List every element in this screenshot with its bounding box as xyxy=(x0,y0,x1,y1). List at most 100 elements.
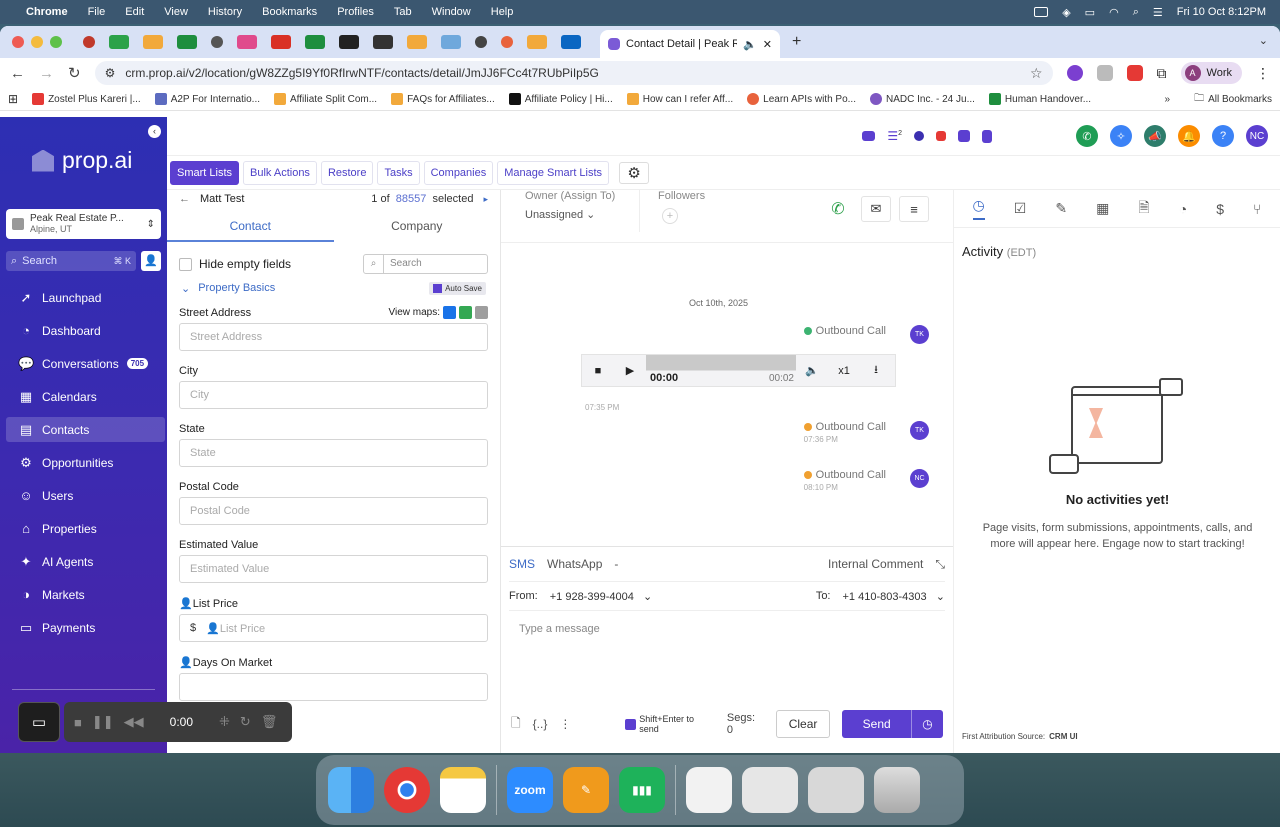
document-icon[interactable] xyxy=(686,767,732,813)
documents-icon[interactable]: 🗎 xyxy=(1138,197,1149,221)
profile-button[interactable]: A Work xyxy=(1180,62,1242,84)
send-button[interactable]: Send ◷ xyxy=(842,710,943,738)
tab-favicon-15[interactable] xyxy=(527,35,547,49)
next-contact-icon[interactable]: ▸ xyxy=(483,194,488,205)
phone-call-button[interactable]: ✆ xyxy=(1076,125,1098,147)
vpn-icon[interactable]: ◈ xyxy=(1062,6,1070,19)
screen-mirror-icon[interactable] xyxy=(1034,7,1049,17)
email-icon[interactable]: ✉ xyxy=(861,196,891,222)
user-avatar[interactable]: NC xyxy=(1246,125,1268,147)
tab-favicon-2[interactable] xyxy=(109,35,129,49)
estimated-value-input[interactable]: Estimated Value xyxy=(179,555,488,583)
back-arrow-icon[interactable]: ← xyxy=(179,193,190,205)
tab-bulk-actions[interactable]: Bulk Actions xyxy=(243,160,317,185)
magic-button[interactable]: ✧ xyxy=(1110,125,1132,147)
owner-select[interactable]: Owner (Assign To) Unassigned ⌄ xyxy=(525,190,640,232)
announcement-button[interactable]: 📣 xyxy=(1144,125,1166,147)
bookmark-item[interactable]: NADC Inc. - 24 Ju... xyxy=(869,93,975,105)
from-number-select[interactable]: +1 928-399-4004 ⌄ xyxy=(550,590,653,603)
volume-icon[interactable]: 🔈 xyxy=(796,364,828,377)
trash-icon[interactable]: 🗑 xyxy=(261,714,278,730)
sidebar-item-properties[interactable]: ⌂ Properties xyxy=(6,516,165,541)
new-tab-button[interactable]: + xyxy=(792,33,801,51)
more-options-icon[interactable]: ⋮ xyxy=(559,717,571,731)
autosave-toggle[interactable]: Auto Save xyxy=(429,281,486,295)
call-log-item[interactable]: Outbound Call 07:36 PM TK xyxy=(803,421,929,444)
bookmark-star-icon[interactable]: ☆ xyxy=(1030,65,1043,82)
tab-favicon-linkedin[interactable] xyxy=(561,35,581,49)
location-switcher[interactable]: Peak Real Estate P... Alpine, UT ⇕ xyxy=(6,209,161,239)
collapse-composer-icon[interactable]: ⤡ xyxy=(935,557,945,572)
close-window-button[interactable] xyxy=(12,36,24,48)
list-price-input[interactable]: $ 👤List Price xyxy=(179,614,488,642)
notes-icon[interactable] xyxy=(440,767,486,813)
rewind-icon[interactable]: ◀◀ xyxy=(124,714,144,730)
tab-sms[interactable]: SMS xyxy=(509,557,535,571)
menubar-datetime[interactable]: Fri 10 Oct 8:12PM xyxy=(1177,6,1266,18)
tasks-check-icon[interactable]: ☑ xyxy=(1014,200,1027,217)
playback-speed[interactable]: x1 xyxy=(828,365,860,377)
hide-empty-checkbox[interactable] xyxy=(179,257,192,271)
shift-enter-toggle[interactable]: Shift+Enter to send xyxy=(625,714,715,734)
sidebar-search[interactable]: ⌕ Search ⌘ K xyxy=(6,251,136,271)
street-address-input[interactable]: Street Address xyxy=(179,323,488,351)
attach-file-icon[interactable]: 🗋 xyxy=(511,714,521,735)
tab-company[interactable]: Company xyxy=(334,212,501,242)
edit-icon[interactable] xyxy=(958,130,970,142)
bookmark-item[interactable]: FAQs for Affiliates... xyxy=(391,93,495,105)
more-bookmarks-chevron-icon[interactable]: » xyxy=(1165,94,1171,105)
apps-grid-icon[interactable]: ⊞ xyxy=(8,92,18,106)
forward-icon[interactable]: → xyxy=(39,65,54,82)
notifications-bell-button[interactable]: 🔔 xyxy=(1178,125,1200,147)
help-small-icon[interactable] xyxy=(914,131,924,141)
chrome-window-thumbnail-icon[interactable] xyxy=(808,767,864,813)
zoom-icon[interactable]: zoom xyxy=(507,767,553,813)
chrome-icon[interactable] xyxy=(384,767,430,813)
filter-icon[interactable]: ≡ xyxy=(899,196,929,222)
finder-icon[interactable] xyxy=(328,767,374,813)
bookmark-item[interactable]: How can I refer Aff... xyxy=(626,93,733,105)
tab-favicon-12[interactable] xyxy=(441,35,461,49)
message-textarea[interactable]: Type a message xyxy=(501,611,953,707)
tab-more[interactable]: - xyxy=(614,557,618,571)
postal-code-input[interactable]: Postal Code xyxy=(179,497,488,525)
tab-favicon-4[interactable] xyxy=(177,35,197,49)
tab-smart-lists[interactable]: Smart Lists xyxy=(170,160,240,185)
extension-icon-3[interactable] xyxy=(1126,65,1143,81)
tab-favicon-6[interactable] xyxy=(237,35,257,49)
restart-icon[interactable]: ↻ xyxy=(240,714,251,730)
bookmark-item[interactable]: Zostel Plus Kareri |... xyxy=(32,93,141,105)
back-icon[interactable]: ← xyxy=(10,65,25,82)
menu-profiles[interactable]: Profiles xyxy=(337,6,374,18)
numbers-icon[interactable]: ▮▮▮ xyxy=(619,767,665,813)
tab-favicon-5[interactable] xyxy=(211,36,223,48)
menu-tab[interactable]: Tab xyxy=(394,6,412,18)
window-thumbnail-icon[interactable] xyxy=(742,767,798,813)
minimize-window-button[interactable] xyxy=(31,36,43,48)
browser-menu-icon[interactable]: ⋮ xyxy=(1256,65,1270,82)
tab-restore[interactable]: Restore xyxy=(320,160,374,185)
tab-tasks[interactable]: Tasks xyxy=(377,160,420,185)
tab-favicon-1[interactable] xyxy=(83,36,95,48)
pause-recording-icon[interactable]: ❚❚ xyxy=(92,714,114,730)
pages-icon[interactable]: ✎ xyxy=(563,767,609,813)
state-input[interactable]: State xyxy=(179,439,488,467)
site-settings-icon[interactable]: ⚙ xyxy=(105,66,116,80)
street-view-icon[interactable] xyxy=(475,306,488,319)
quick-user-icon[interactable]: 👤 xyxy=(141,251,161,271)
tab-favicon-13[interactable] xyxy=(475,36,487,48)
trash-bin-icon[interactable] xyxy=(874,767,920,813)
tab-manage-smart-lists[interactable]: Manage Smart Lists xyxy=(497,160,610,185)
days-on-market-input[interactable] xyxy=(179,673,488,701)
play-icon[interactable]: ▶ xyxy=(614,364,646,377)
field-search-input[interactable]: ⌕ Search xyxy=(363,254,488,274)
menu-help[interactable]: Help xyxy=(491,6,514,18)
menu-window[interactable]: Window xyxy=(432,6,471,18)
tab-favicon-3[interactable] xyxy=(143,35,163,49)
audio-seek-bar[interactable]: 00:00 00:02 xyxy=(646,355,796,386)
extension-icon-2[interactable] xyxy=(1096,65,1113,81)
pie-chart-icon[interactable]: ◔ xyxy=(1179,201,1187,217)
task-list-icon[interactable]: ☰2 xyxy=(887,129,902,143)
appointments-calendar-icon[interactable]: ▦ xyxy=(1096,200,1109,217)
custom-values-icon[interactable]: {..} xyxy=(533,717,548,731)
